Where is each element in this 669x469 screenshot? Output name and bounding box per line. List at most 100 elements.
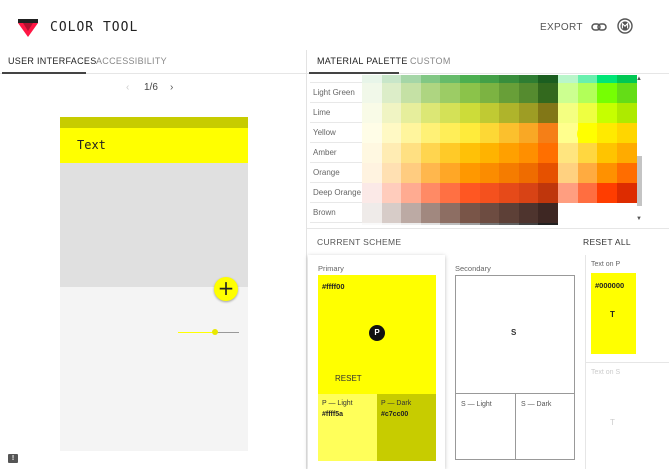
palette-swatch[interactable] bbox=[362, 123, 382, 143]
palette-swatch[interactable] bbox=[460, 83, 480, 103]
palette-swatch[interactable] bbox=[518, 183, 539, 203]
palette-swatch[interactable] bbox=[499, 223, 520, 225]
palette-swatch[interactable] bbox=[362, 143, 382, 163]
palette-swatch[interactable] bbox=[597, 103, 618, 123]
primary-light-swatch[interactable]: P — Light #ffff5a bbox=[318, 394, 377, 461]
palette-swatch[interactable] bbox=[597, 183, 618, 203]
palette-swatch[interactable] bbox=[479, 163, 500, 183]
palette-swatch[interactable] bbox=[558, 75, 578, 83]
palette-swatch[interactable] bbox=[460, 183, 480, 203]
palette-swatch[interactable] bbox=[558, 183, 578, 203]
palette-swatch[interactable] bbox=[420, 203, 441, 223]
next-page-icon[interactable]: › bbox=[170, 82, 173, 93]
palette-swatch[interactable] bbox=[420, 103, 441, 123]
palette-swatch[interactable] bbox=[558, 143, 578, 163]
scroll-down-icon[interactable]: ▼ bbox=[636, 216, 642, 222]
palette-swatch[interactable] bbox=[518, 123, 539, 143]
palette-swatch[interactable] bbox=[460, 223, 480, 225]
palette-swatch[interactable] bbox=[499, 83, 520, 103]
tab-custom[interactable]: CUSTOM bbox=[410, 56, 451, 66]
palette-swatch[interactable] bbox=[460, 103, 480, 123]
palette-swatch[interactable] bbox=[479, 203, 500, 223]
palette-swatch[interactable] bbox=[401, 103, 422, 123]
palette-swatch[interactable] bbox=[460, 163, 480, 183]
secondary-card[interactable]: Secondary S S — Light S — Dark bbox=[446, 255, 586, 469]
palette-swatch[interactable] bbox=[420, 223, 441, 225]
palette-swatch[interactable] bbox=[401, 223, 422, 225]
palette-swatch[interactable] bbox=[538, 183, 559, 203]
palette-swatch[interactable] bbox=[499, 163, 520, 183]
primary-dark-swatch[interactable]: P — Dark #c7cc00 bbox=[377, 394, 436, 461]
palette-swatch[interactable] bbox=[401, 203, 422, 223]
palette-swatch[interactable] bbox=[420, 123, 441, 143]
palette-swatch[interactable] bbox=[381, 75, 402, 83]
palette-swatch[interactable] bbox=[401, 163, 422, 183]
prev-page-icon[interactable]: ‹ bbox=[126, 82, 129, 93]
palette-swatch[interactable] bbox=[577, 183, 598, 203]
palette-swatch[interactable] bbox=[538, 83, 559, 103]
palette-swatch[interactable] bbox=[460, 75, 480, 83]
palette-swatch[interactable] bbox=[440, 143, 461, 163]
palette-swatch[interactable] bbox=[479, 83, 500, 103]
palette-swatch[interactable] bbox=[420, 183, 441, 203]
palette-swatch[interactable] bbox=[401, 123, 422, 143]
palette-swatch[interactable] bbox=[538, 123, 559, 143]
palette-swatch[interactable] bbox=[440, 83, 461, 103]
palette-swatch[interactable] bbox=[518, 163, 539, 183]
primary-swatch[interactable]: #ffff00 P RESET bbox=[318, 275, 436, 394]
palette-swatch[interactable] bbox=[381, 83, 402, 103]
secondary-light-swatch[interactable]: S — Light bbox=[455, 393, 516, 460]
palette-swatch[interactable] bbox=[518, 83, 539, 103]
palette-swatch[interactable] bbox=[440, 203, 461, 223]
palette-swatch[interactable] bbox=[538, 143, 559, 163]
secondary-dark-swatch[interactable]: S — Dark bbox=[515, 393, 575, 460]
palette-swatch[interactable] bbox=[597, 123, 618, 143]
feedback-icon[interactable]: ! bbox=[8, 454, 18, 463]
palette-swatch[interactable] bbox=[518, 103, 539, 123]
primary-card[interactable]: Primary #ffff00 P RESET P — Light #ffff5… bbox=[308, 255, 445, 469]
preview-slider-thumb[interactable] bbox=[212, 329, 218, 335]
palette-swatch[interactable] bbox=[479, 103, 500, 123]
palette-swatch[interactable] bbox=[381, 183, 402, 203]
palette-swatch[interactable] bbox=[401, 83, 422, 103]
palette-swatch[interactable] bbox=[518, 75, 539, 83]
palette-swatch[interactable] bbox=[381, 203, 402, 223]
palette-swatch[interactable] bbox=[499, 103, 520, 123]
palette-swatch[interactable] bbox=[538, 163, 559, 183]
palette-swatch[interactable] bbox=[518, 203, 539, 223]
palette-swatch[interactable] bbox=[420, 163, 441, 183]
palette-swatch[interactable] bbox=[577, 143, 598, 163]
palette-swatch[interactable] bbox=[577, 75, 598, 83]
palette-swatch[interactable] bbox=[381, 143, 402, 163]
palette-swatch[interactable] bbox=[460, 123, 480, 143]
palette-swatch[interactable] bbox=[558, 123, 578, 143]
palette-swatch[interactable] bbox=[401, 183, 422, 203]
palette-swatch[interactable] bbox=[499, 143, 520, 163]
palette-swatch[interactable] bbox=[440, 103, 461, 123]
secondary-swatch[interactable]: S bbox=[455, 275, 575, 394]
palette-swatch[interactable] bbox=[499, 183, 520, 203]
link-icon[interactable] bbox=[591, 20, 607, 34]
palette-swatch[interactable] bbox=[362, 103, 382, 123]
palette-swatch[interactable] bbox=[538, 75, 559, 83]
scroll-up-icon[interactable]: ▲ bbox=[636, 76, 642, 82]
palette-swatch[interactable] bbox=[577, 103, 598, 123]
palette-swatch[interactable] bbox=[420, 75, 441, 83]
palette-swatch[interactable] bbox=[597, 83, 618, 103]
palette-swatch[interactable] bbox=[362, 83, 382, 103]
palette-scrollbar[interactable]: ▲ ▼ bbox=[634, 76, 642, 224]
palette-swatch[interactable] bbox=[558, 83, 578, 103]
palette-swatch[interactable] bbox=[558, 163, 578, 183]
palette-swatch[interactable] bbox=[440, 223, 461, 225]
palette-swatch[interactable] bbox=[401, 75, 422, 83]
palette-swatch[interactable] bbox=[440, 123, 461, 143]
palette-swatch[interactable] bbox=[420, 143, 441, 163]
palette-swatch[interactable] bbox=[460, 143, 480, 163]
palette-swatch[interactable] bbox=[401, 143, 422, 163]
palette-swatch[interactable] bbox=[558, 103, 578, 123]
palette-swatch[interactable] bbox=[479, 183, 500, 203]
tab-accessibility[interactable]: ACCESSIBILITY bbox=[96, 56, 167, 66]
palette-swatch[interactable] bbox=[597, 143, 618, 163]
text-on-s-badge[interactable]: T bbox=[610, 418, 615, 427]
palette-swatch[interactable] bbox=[479, 123, 500, 143]
